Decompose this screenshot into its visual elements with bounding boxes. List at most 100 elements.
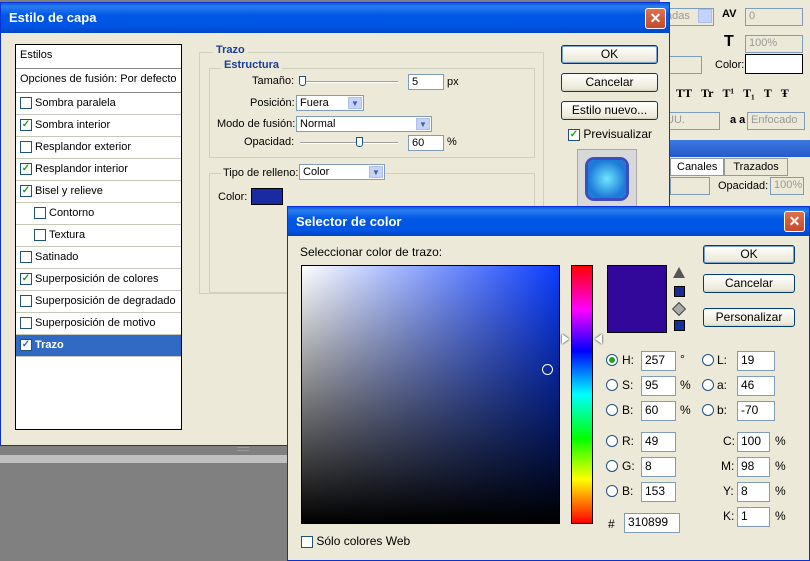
style-item[interactable]: ✓ Sombra interior <box>16 115 181 137</box>
all-caps-button[interactable]: TT <box>676 86 692 101</box>
preview-checkbox[interactable]: ✓ Previsualizar <box>568 127 652 141</box>
hue-slider-left-arrow-icon[interactable] <box>562 334 569 345</box>
stroke-color-swatch[interactable] <box>251 188 283 205</box>
style-item[interactable]: Superposición de motivo <box>16 313 181 335</box>
style-item[interactable]: Contorno <box>16 203 181 225</box>
opacity-field[interactable]: 60 <box>408 135 444 151</box>
color-picker-titlebar[interactable]: Selector de color <box>288 207 809 236</box>
tab-canales[interactable]: Canales <box>670 158 725 176</box>
picker-cancel-button[interactable]: Cancelar <box>703 274 795 293</box>
style-item[interactable]: Sombra paralela <box>16 93 181 115</box>
size-slider-track[interactable] <box>300 81 398 83</box>
color-picker-close-icon[interactable]: ✕ <box>784 211 805 232</box>
size-label: Tamaño: <box>252 75 295 87</box>
style-item-checkbox[interactable] <box>20 251 32 264</box>
green-radio[interactable] <box>606 460 618 472</box>
cyan-field[interactable]: 100 <box>737 432 770 452</box>
blend-mode-select[interactable]: Normal ▼ <box>296 116 432 132</box>
fill-type-select[interactable]: Color ▼ <box>299 164 385 180</box>
saturation-brightness-field[interactable] <box>301 265 560 524</box>
style-item-checkbox[interactable] <box>20 317 32 330</box>
black-field[interactable]: 1 <box>737 507 770 527</box>
dialog-resize-grip[interactable] <box>237 447 249 451</box>
layer-opacity-field[interactable]: 100% <box>770 177 804 195</box>
blue-field[interactable]: 153 <box>641 482 676 502</box>
size-field[interactable]: 5 <box>408 74 444 90</box>
style-item[interactable]: Textura <box>16 225 181 247</box>
lab-l-field[interactable]: 19 <box>737 351 775 371</box>
style-item-checkbox[interactable] <box>20 97 32 110</box>
style-item[interactable]: Satinado <box>16 247 181 269</box>
style-item-checkbox[interactable]: ✓ <box>20 163 32 176</box>
hex-field[interactable]: 310899 <box>624 513 680 533</box>
layer-style-close-icon[interactable]: ✕ <box>645 8 666 29</box>
brightness-field[interactable]: 60 <box>641 401 676 421</box>
small-caps-button[interactable]: Tr <box>701 86 713 101</box>
style-item[interactable]: ✓ Trazo <box>16 335 181 357</box>
web-colors-checkbox[interactable]: Sólo colores Web <box>301 534 410 548</box>
layer-blend-select[interactable] <box>670 177 710 195</box>
picker-ok-button[interactable]: OK <box>703 245 795 264</box>
underline-button[interactable]: T <box>764 86 772 101</box>
lab-l-radio[interactable] <box>702 354 714 366</box>
tracking-field[interactable]: 0 <box>745 8 803 26</box>
style-item-checkbox[interactable]: ✓ <box>20 273 32 286</box>
tab-trazados[interactable]: Trazados <box>724 158 788 176</box>
style-item-checkbox[interactable] <box>20 295 32 308</box>
opacity-slider-track[interactable] <box>300 142 398 144</box>
gamut-warning-swatch[interactable] <box>674 286 685 297</box>
language-select[interactable]: UU. <box>662 112 720 130</box>
custom-colors-button[interactable]: Personalizar <box>703 308 795 327</box>
saturation-radio[interactable] <box>606 379 618 391</box>
magenta-field[interactable]: 98 <box>737 457 770 477</box>
red-radio[interactable] <box>606 435 618 447</box>
lab-b-radio[interactable] <box>702 404 714 416</box>
opacity-slider-thumb[interactable] <box>355 137 363 147</box>
style-item-checkbox[interactable]: ✓ <box>20 185 32 198</box>
red-field[interactable]: 49 <box>641 432 676 452</box>
cancel-button[interactable]: Cancelar <box>561 73 658 92</box>
font-style-arrow-icon[interactable] <box>698 9 712 23</box>
style-item-checkbox[interactable] <box>34 207 46 220</box>
blue-radio[interactable] <box>606 485 618 497</box>
lab-a-radio[interactable] <box>702 379 714 391</box>
hue-field[interactable]: 257 <box>641 351 676 371</box>
size-slider-thumb[interactable] <box>298 76 306 86</box>
brightness-radio[interactable] <box>606 404 618 416</box>
web-safe-swatch[interactable] <box>674 320 685 331</box>
lab-l-label: L: <box>717 353 728 367</box>
new-style-button[interactable]: Estilo nuevo... <box>561 101 658 120</box>
ok-button[interactable]: OK <box>561 45 658 64</box>
layer-style-titlebar[interactable]: Estilo de capa <box>1 3 669 33</box>
hue-slider[interactable] <box>571 265 593 524</box>
blend-options-item[interactable]: Opciones de fusión: Por defecto <box>16 69 181 93</box>
style-item[interactable]: ✓ Resplandor interior <box>16 159 181 181</box>
style-item-checkbox[interactable] <box>34 229 46 242</box>
antialias-select[interactable]: Enfocado <box>747 112 805 130</box>
hue-slider-right-arrow-icon[interactable] <box>595 334 602 345</box>
saturation-field[interactable]: 95 <box>641 376 676 396</box>
position-select[interactable]: Fuera ▼ <box>296 95 364 111</box>
hue-radio[interactable] <box>606 354 618 366</box>
style-item[interactable]: ✓ Bisel y relieve <box>16 181 181 203</box>
style-item-checkbox[interactable]: ✓ <box>20 339 32 352</box>
style-item-checkbox[interactable] <box>20 141 32 154</box>
lab-b-field[interactable]: -70 <box>737 401 775 421</box>
yellow-field[interactable]: 8 <box>737 482 770 502</box>
black-unit: % <box>775 509 786 523</box>
lab-a-field[interactable]: 46 <box>737 376 775 396</box>
web-safe-cube-icon[interactable] <box>671 301 687 317</box>
styles-header[interactable]: Estilos <box>16 45 181 69</box>
style-item-checkbox[interactable]: ✓ <box>20 119 32 132</box>
superscript-button[interactable]: T¹ <box>722 86 734 101</box>
out-of-gamut-warning-icon[interactable] <box>673 267 685 278</box>
antialias-icon: a a <box>730 114 746 126</box>
green-field[interactable]: 8 <box>641 457 676 477</box>
strikethrough-button[interactable]: Ŧ <box>781 86 789 101</box>
subscript-button[interactable]: T₁ <box>743 86 755 101</box>
style-item[interactable]: Resplandor exterior <box>16 137 181 159</box>
style-item[interactable]: Superposición de degradado <box>16 291 181 313</box>
style-item[interactable]: ✓ Superposición de colores <box>16 269 181 291</box>
vertical-scale-field[interactable]: 100% <box>745 35 803 53</box>
text-color-swatch[interactable] <box>745 54 803 74</box>
